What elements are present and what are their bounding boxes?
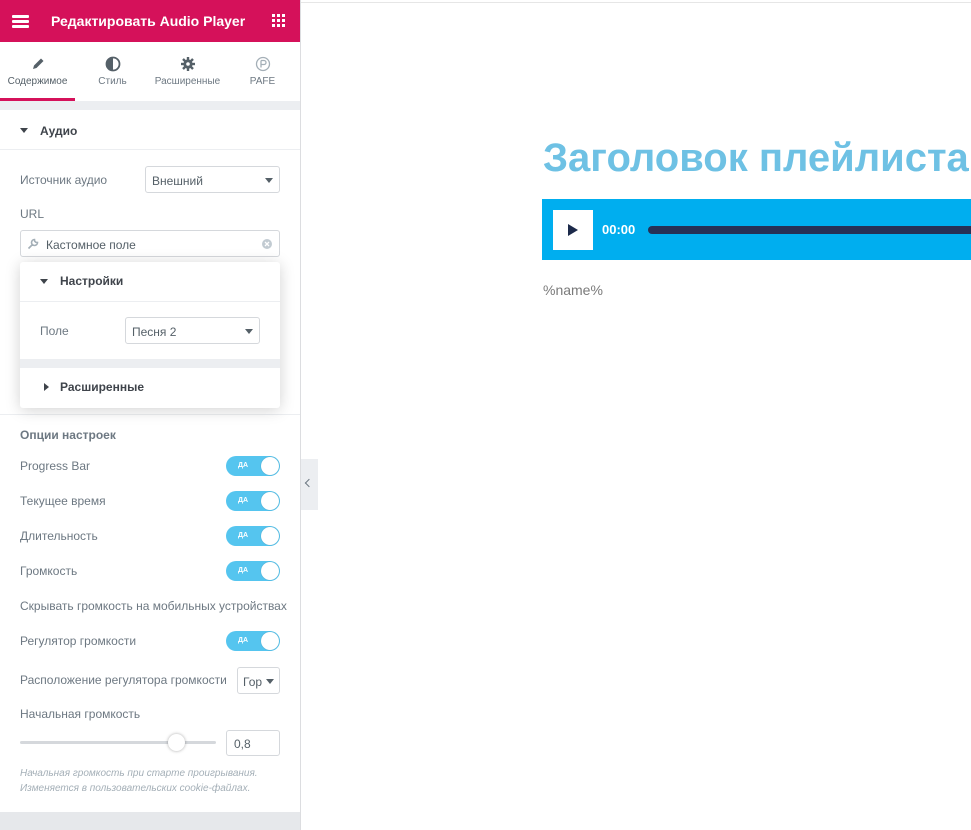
tab-advanced[interactable]: Расширенные [150,42,225,101]
chevron-down-icon [266,679,274,684]
hint-line: Изменяется в пользовательских cookie-фай… [20,783,251,794]
tab-label: Стиль [98,76,127,87]
toggle-knob [261,562,279,580]
caret-down-icon [20,128,28,133]
play-icon [568,224,578,236]
volume-control-toggle[interactable]: ДА [226,631,280,651]
clear-circle-icon[interactable] [261,238,273,250]
pafe-icon [255,56,270,72]
volume-toggle[interactable]: ДА [226,561,280,581]
url-label: URL [20,207,45,221]
widgets-grid-icon[interactable] [272,14,286,28]
hint-line: Начальная громкость при старте проигрыва… [20,768,258,779]
tab-style[interactable]: Стиль [75,42,150,101]
song-name: %name% [543,282,603,298]
options-heading: Опции настроек [20,428,116,442]
tab-label: Расширенные [154,76,221,87]
caret-down-icon [40,279,48,284]
volume-label: Громкость [20,564,78,578]
duration-toggle[interactable]: ДА [226,526,280,546]
toggle-knob [261,457,279,475]
progress-bar[interactable] [648,226,971,234]
collapse-panel-button[interactable] [301,459,318,510]
select-value: Гор [243,675,263,689]
tab-pafe[interactable]: PAFE [225,42,300,101]
slider-handle[interactable] [168,734,186,751]
play-button[interactable] [553,210,593,250]
toggle-text: ДА [238,532,249,539]
toggle-text: ДА [238,462,249,469]
audio-source-label: Источник аудио [20,173,108,187]
panel-title: Редактировать Audio Player [51,13,246,29]
panel-tabs: Содержимое Стиль Расширенные PAFE [0,42,300,101]
volume-layout-select[interactable]: Гор [237,667,280,694]
playlist-title: Заголовок плейлиста [543,136,969,180]
start-volume-label: Начальная громкость [20,707,141,721]
divider [20,359,280,368]
start-volume-slider[interactable] [20,734,216,751]
tab-label: Содержимое [7,76,68,87]
popover-advanced-title: Расширенные [60,380,144,394]
wrench-icon [27,238,39,250]
popover-settings-toggle[interactable]: Настройки [20,262,280,302]
toggle-knob [261,492,279,510]
start-volume-input[interactable]: 0,8 [226,730,280,756]
url-dynamic-field[interactable]: Кастомное поле [20,230,280,257]
hamburger-menu-icon[interactable] [9,9,33,33]
start-volume-hint: Начальная громкость при старте проигрыва… [20,766,258,796]
contrast-icon [105,56,120,72]
panel-header: Редактировать Audio Player [0,0,300,42]
caret-right-icon [44,383,49,391]
toggle-text: ДА [238,497,249,504]
chevron-down-icon [265,178,273,183]
panel-footer-strip [0,812,300,830]
pencil-icon [32,58,43,69]
url-field-value: Кастомное поле [46,238,136,252]
select-value: Внешний [152,174,203,188]
popover-settings-title: Настройки [60,274,124,288]
toggle-text: ДА [238,567,249,574]
preview-top-border [301,2,971,3]
toggle-text: ДА [238,637,249,644]
tab-label: PAFE [249,76,276,87]
editor-panel: Редактировать Audio Player Содержимое Ст… [0,0,301,830]
panel-controls: Аудио Источник аудио Внешний URL Кастомн… [0,110,300,812]
audio-source-select[interactable]: Внешний [145,166,280,193]
chevron-left-icon [304,478,314,488]
toggle-knob [261,632,279,650]
section-divider [0,414,300,415]
current-time-toggle[interactable]: ДА [226,491,280,511]
audio-player: 00:00 [542,199,971,260]
select-value: Песня 2 [132,325,177,339]
toggle-knob [261,527,279,545]
progress-bar-label: Progress Bar [20,459,91,473]
volume-control-label: Регулятор громкости [20,634,137,648]
tab-content[interactable]: Содержимое [0,42,75,101]
current-time-label: Текущее время [20,494,106,508]
hide-volume-mobile-label: Скрывать громкость на мобильных устройст… [20,599,287,613]
field-select[interactable]: Песня 2 [125,317,260,344]
progress-bar-toggle[interactable]: ДА [226,456,280,476]
input-value: 0,8 [234,737,251,751]
dynamic-tag-popover: Настройки Поле Песня 2 Расширенные [20,262,280,408]
section-audio-toggle[interactable]: Аудио [0,110,300,150]
volume-layout-label: Расположение регулятора громкости [20,673,227,687]
field-label: Поле [40,324,69,338]
gear-icon [180,57,195,71]
divider [20,301,280,302]
chevron-down-icon [245,329,253,334]
duration-label: Длительность [20,529,98,543]
section-audio-title: Аудио [40,124,78,138]
current-time: 00:00 [602,222,636,237]
popover-advanced-toggle[interactable]: Расширенные [20,368,280,408]
